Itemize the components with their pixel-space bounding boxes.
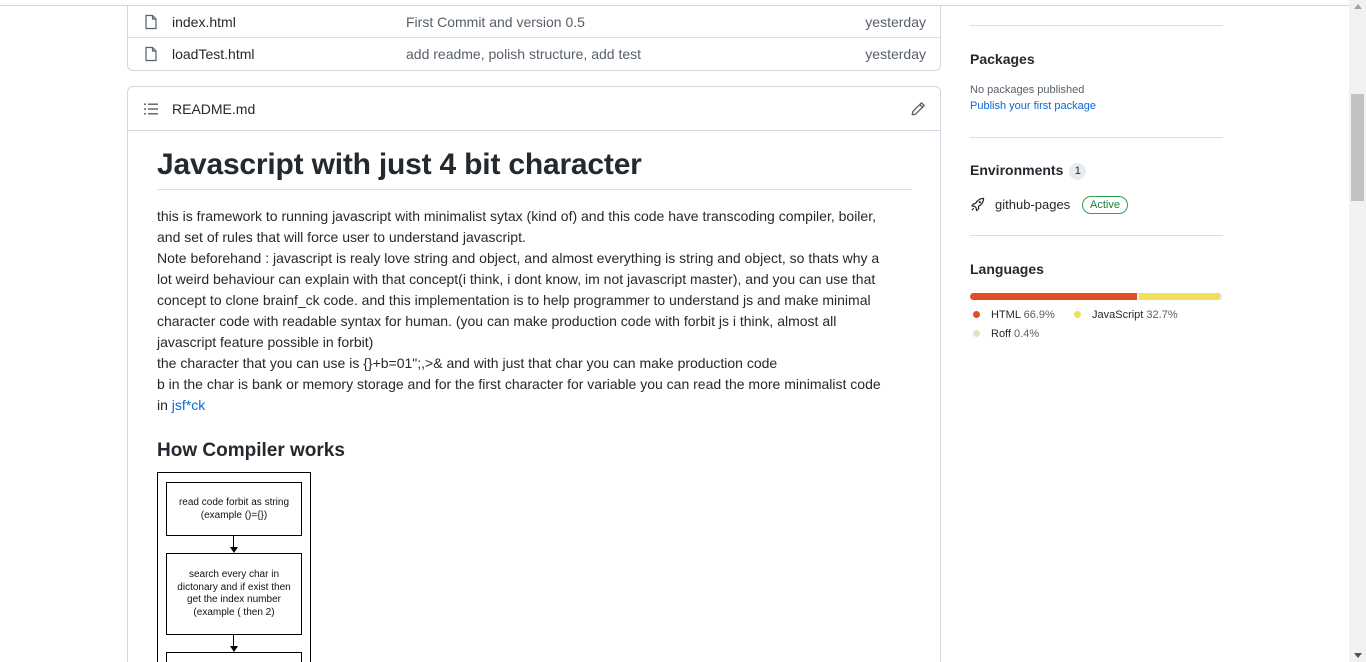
scroll-up-arrow-icon[interactable] (1354, 4, 1362, 9)
language-bar-javascript[interactable] (1139, 293, 1220, 300)
rocket-icon (971, 197, 985, 212)
packages-heading[interactable]: Packages (970, 51, 1035, 67)
readme-title: Javascript with just 4 bit character (157, 147, 912, 190)
flow-text: (example ( then 2) (193, 606, 275, 618)
flow-box: read code forbit as string (example ()={… (166, 482, 302, 536)
commit-date: yesterday (865, 14, 926, 30)
flow-box: search every char in dictonary and if ex… (166, 553, 302, 635)
environment-name[interactable]: github-pages (995, 197, 1070, 212)
pencil-icon[interactable] (910, 101, 926, 117)
language-percent: 66.9% (1023, 309, 1055, 321)
readme-content: Javascript with just 4 bit character thi… (157, 147, 912, 464)
file-name[interactable]: loadTest.html (172, 46, 254, 62)
publish-package-link[interactable]: Publish your first package (970, 100, 1096, 112)
language-item-roff[interactable]: Roff 0.4% (973, 328, 1039, 340)
commit-message[interactable]: First Commit and version 0.5 (406, 14, 585, 30)
flow-text: dictonary and if exist then (177, 581, 291, 593)
readme-line: concept to clone brainf_ck code. and thi… (157, 292, 871, 308)
file-name[interactable]: index.html (172, 14, 236, 30)
readme-line: in jsf*ck (157, 395, 912, 416)
readme-line: javascript feature possible in forbit) (157, 334, 374, 350)
commit-date: yesterday (865, 46, 926, 62)
environments-title: Environments (970, 162, 1064, 178)
language-name: JavaScript (1092, 309, 1144, 321)
language-percent: 32.7% (1146, 309, 1178, 321)
file-list: index.html First Commit and version 0.5 … (127, 5, 941, 71)
readme-line: and set of rules that will force user to… (157, 229, 526, 245)
readme-paragraph: this is framework to running javascript … (157, 206, 912, 416)
file-row[interactable]: index.html First Commit and version 0.5 … (128, 6, 940, 38)
language-name: HTML (991, 309, 1021, 321)
flow-box (166, 652, 302, 662)
readme-header: README.md (128, 87, 940, 131)
file-icon (145, 14, 157, 30)
flow-text: get the index number (187, 594, 281, 605)
language-name: Roff (991, 328, 1011, 340)
status-badge: Active (1082, 196, 1128, 214)
readme-filename[interactable]: README.md (172, 101, 255, 117)
flow-text: search every char in (188, 569, 280, 580)
sidebar-divider (970, 137, 1223, 138)
list-icon[interactable] (144, 102, 158, 116)
readme-line: b in the char is bank or memory storage … (157, 376, 881, 392)
language-bar-roff[interactable] (1221, 293, 1222, 300)
sidebar-divider (970, 25, 1223, 26)
section-heading: How Compiler works (157, 440, 345, 461)
environments-count: 1 (1069, 163, 1087, 180)
languages-heading: Languages (970, 261, 1044, 277)
readme-line: character code with readable syntax for … (157, 313, 837, 329)
language-dot (1074, 311, 1081, 318)
readme-line: Note beforehand : javascript is realy lo… (157, 250, 880, 266)
readme-line: this is framework to running javascript … (157, 208, 876, 224)
environments-heading[interactable]: Environments 1 (970, 162, 1087, 180)
scroll-down-arrow-icon[interactable] (1354, 653, 1362, 658)
readme-line-prefix: in (157, 397, 172, 413)
language-percent: 0.4% (1014, 328, 1040, 340)
compiler-flowchart: read code forbit as string (example ()={… (157, 472, 311, 662)
readme-line: lot weird behaviour can explain with tha… (157, 271, 876, 287)
jsfuck-link[interactable]: jsf*ck (172, 397, 205, 413)
flow-text: read code forbit as string (178, 497, 290, 508)
language-item-javascript[interactable]: JavaScript 32.7% (1074, 309, 1178, 321)
flow-text: (example ()={}) (200, 509, 268, 521)
no-packages-text: No packages published (970, 84, 1085, 96)
language-dot (973, 311, 980, 318)
readme-line: the character that you can use is {}+b=0… (157, 355, 778, 371)
scroll-thumb[interactable] (1351, 94, 1364, 201)
language-dot (973, 330, 980, 337)
language-bar-html[interactable] (970, 293, 1137, 300)
vertical-scrollbar[interactable] (1349, 0, 1366, 662)
file-icon (145, 46, 157, 62)
commit-message[interactable]: add readme, polish structure, add test (406, 46, 641, 62)
sidebar-divider (970, 235, 1223, 236)
language-bar (970, 293, 1222, 300)
file-row[interactable]: loadTest.html add readme, polish structu… (128, 38, 940, 70)
language-item-html[interactable]: HTML 66.9% (973, 309, 1055, 321)
